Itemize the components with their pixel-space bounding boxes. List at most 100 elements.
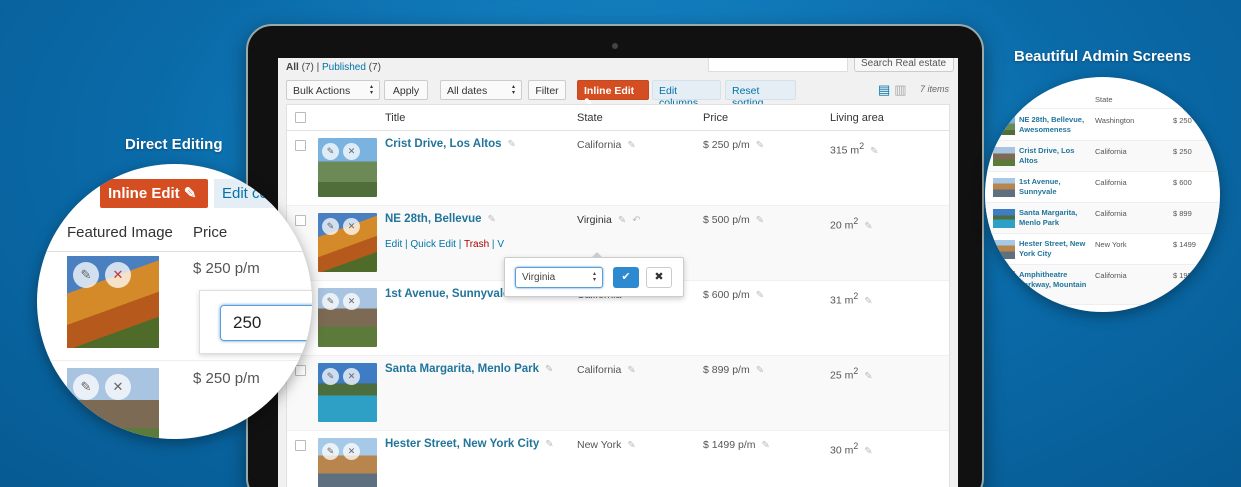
pencil-icon[interactable]: ✎ (322, 218, 339, 235)
pencil-icon: ✎ (507, 139, 516, 150)
filter-published[interactable]: Published (322, 62, 366, 73)
row-actions: Edit | Quick Edit | Trash | V (385, 239, 504, 250)
price-cell[interactable]: $ 899 p/m ✎ (703, 364, 764, 376)
area-cell[interactable]: 31 m2 ✎ (830, 291, 873, 307)
search-input[interactable] (708, 58, 848, 72)
pencil-icon[interactable]: ✎ (73, 262, 99, 288)
table-row: ✎ ✕ Santa Margarita, Menlo Park ✎ Californ… (287, 356, 949, 431)
remove-icon[interactable]: ✕ (105, 374, 131, 400)
column-title[interactable]: Title (385, 112, 405, 124)
reset-sorting-button[interactable]: Reset sorting (725, 80, 796, 109)
check-icon: ✔ (621, 271, 631, 283)
excerpt-view-icon: ▥ (894, 82, 911, 97)
items-count: 7 items (920, 84, 950, 94)
state-select[interactable]: Virginia (515, 267, 603, 288)
list-view-icon: ▤ (878, 82, 895, 97)
inline-edit-button[interactable]: Inline Edit ✎ (577, 80, 649, 109)
column-living-area[interactable]: Living area (830, 112, 884, 124)
pencil-icon: ✎ (755, 140, 765, 151)
column-price[interactable]: Price (193, 224, 227, 241)
status-filter-links: All (7) | Published (7) (286, 62, 381, 73)
price-cell[interactable]: $ 250 p/m ✎ (703, 139, 764, 151)
featured-image: ✎ ✕ (67, 368, 159, 439)
trash-link[interactable]: Trash (464, 239, 489, 250)
row-title[interactable]: Crist Drive, Los Altos ✎ (385, 138, 516, 150)
edit-link[interactable]: Edit (385, 239, 402, 250)
column-state[interactable]: State (577, 112, 603, 124)
pencil-icon[interactable]: ✎ (322, 293, 339, 310)
remove-icon[interactable]: ✕ (343, 368, 360, 385)
featured-image: ✎ ✕ (67, 256, 159, 348)
search-button[interactable]: Search Real estate (854, 58, 954, 72)
row-title[interactable]: Santa Margarita, Menlo Park ✎ (385, 363, 553, 375)
pencil-icon[interactable]: ✎ (322, 443, 339, 460)
row-title[interactable]: NE 28th, Bellevue ✎ (385, 213, 496, 225)
price-input[interactable]: 250 (220, 305, 312, 341)
pencil-icon: ✎ (487, 214, 496, 225)
pencil-icon: ✎ (627, 440, 636, 451)
apply-button[interactable]: Apply (384, 80, 428, 100)
column-price[interactable]: Price (703, 112, 728, 124)
table-header: le State (985, 89, 1220, 109)
price-cell[interactable]: $ 1499 p/m ✎ (703, 439, 770, 451)
pencil-icon[interactable]: ✎ (322, 368, 339, 385)
featured-image: ✎ ✕ (318, 138, 377, 197)
row-title[interactable]: 1st Avenue, Sunnyvale✎ (385, 288, 524, 300)
save-button[interactable]: ✔ (613, 267, 639, 288)
state-cell-editing[interactable]: Virginia ✎ ↶ (577, 214, 641, 226)
state-cell[interactable]: California✎ (577, 364, 636, 376)
list-item[interactable]: Crist Drive, Los Altos California $ 250 (985, 141, 1220, 172)
inline-edit-button[interactable]: Inline Edit ✎ (100, 179, 208, 208)
bulk-actions-select[interactable]: Bulk Actions (286, 80, 380, 100)
list-item[interactable]: 1st Avenue, Sunnyvale California $ 600 (985, 172, 1220, 203)
row-checkbox[interactable] (295, 440, 306, 451)
pencil-icon: ✎ (864, 445, 873, 457)
list-item[interactable]: Hester Street, New York City New York $ 14… (985, 234, 1220, 265)
row-checkbox[interactable] (295, 140, 306, 151)
pencil-icon[interactable]: ✎ (73, 374, 99, 400)
area-cell[interactable]: 20 m2 ✎ (830, 216, 873, 232)
state-cell[interactable]: California✎ (577, 139, 636, 151)
dates-select[interactable]: All dates (440, 80, 522, 100)
quick-edit-link[interactable]: Quick Edit (410, 239, 456, 250)
area-cell[interactable]: 25 m2 ✎ (830, 366, 873, 382)
price-value[interactable]: $ 250 p/m (193, 260, 260, 277)
table-header: Featured Image Price (37, 216, 312, 252)
state-cell[interactable]: New York ✎ (577, 439, 636, 451)
remove-icon[interactable]: ✕ (343, 218, 360, 235)
featured-image: ✎ ✕ (318, 213, 377, 272)
edit-columns-button[interactable]: Edit columns (652, 80, 721, 109)
area-cell[interactable]: 315 m2 ✎ (830, 141, 878, 157)
cancel-button[interactable]: ✖ (646, 267, 672, 288)
view-mode-icons[interactable]: ▤▥ (878, 82, 911, 98)
direct-editing-label: Direct Editing (125, 136, 223, 153)
list-item[interactable]: Amphitheatre Parkway, Mountain View Calif… (985, 265, 1220, 305)
list-item[interactable]: Santa Margarita, Menlo Park California $ 8… (985, 203, 1220, 234)
select-all-checkbox[interactable] (295, 112, 306, 123)
row-title[interactable]: Hester Street, New York City ✎ (385, 438, 554, 450)
remove-icon[interactable]: ✕ (343, 143, 360, 160)
remove-icon[interactable]: ✕ (343, 293, 360, 310)
edit-columns-button[interactable]: Edit co (214, 179, 312, 208)
remove-icon[interactable]: ✕ (343, 443, 360, 460)
table-header: Title State Price Living area (287, 105, 949, 131)
view-link[interactable]: V (497, 239, 504, 250)
price-value[interactable]: $ 250 p/m (193, 370, 260, 387)
area-cell[interactable]: 30 m2 ✎ (830, 441, 873, 457)
column-featured-image[interactable]: Featured Image (67, 224, 173, 241)
pencil-icon[interactable]: ✎ (322, 143, 339, 160)
price-cell[interactable]: $ 600 p/m ✎ (703, 289, 764, 301)
zoom-circle-admin-screens: le State NE 28th, Bellevue, Awesomeness W… (985, 77, 1220, 312)
filter-all[interactable]: All (286, 62, 299, 73)
row-checkbox[interactable] (295, 365, 306, 376)
list-item[interactable]: NE 28th, Bellevue, Awesomeness Washington… (985, 110, 1220, 141)
admin-screen: Search Real estate All (7) | Published (… (278, 58, 958, 487)
remove-icon[interactable]: ✕ (105, 262, 131, 288)
pencil-icon: ✎ (627, 140, 636, 151)
filter-button[interactable]: Filter (528, 80, 566, 100)
table-row: ✎ ✕ Hester Street, New York City ✎ New Yor… (287, 431, 949, 487)
admin-screens-label: Beautiful Admin Screens (1014, 48, 1191, 65)
inline-edit-popup: Virginia ✔ ✖ (504, 252, 684, 297)
price-cell[interactable]: $ 500 p/m ✎ (703, 214, 764, 226)
pencil-icon: ✎ (617, 215, 627, 226)
